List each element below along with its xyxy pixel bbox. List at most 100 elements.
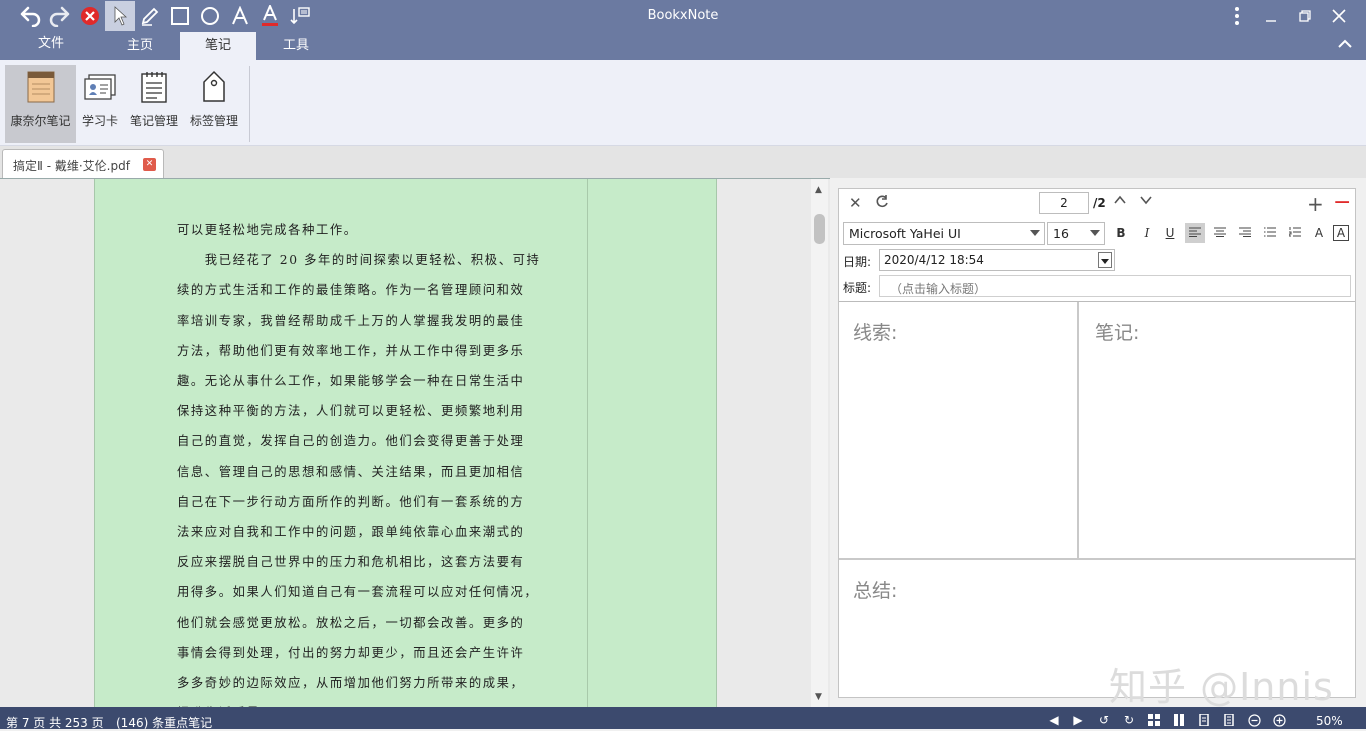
pdf-page[interactable]: 可以更轻松地完成各种工作。 我已经花了 20 多年的时间探索以更轻松、积极、可持… [94, 179, 717, 708]
text-line: 自己在下一步行动方面所作的判断。他们有一套系统的方 [177, 494, 525, 509]
bold-icon[interactable]: B [1111, 223, 1131, 243]
note-management-button[interactable]: 笔记管理 [126, 65, 182, 143]
font-color-icon[interactable]: A [1309, 223, 1329, 243]
notes-area[interactable]: 笔记: [1081, 302, 1355, 558]
text-line: 率培训专家，我曾经帮助成千上万的人掌握我发明的最佳 [177, 313, 525, 328]
single-page-view-icon[interactable] [1197, 713, 1211, 727]
tab-tools[interactable]: 工具 [260, 32, 332, 60]
chevron-down-icon[interactable] [1098, 252, 1112, 268]
zoom-in-icon[interactable] [1272, 713, 1286, 727]
remove-note-icon[interactable]: − [1333, 190, 1351, 215]
page-text: 可以更轻松地完成各种工作。 我已经花了 20 多年的时间探索以更轻松、积极、可持… [177, 215, 541, 708]
cue-label: 线索: [853, 322, 898, 344]
undo-icon[interactable] [15, 1, 45, 31]
text-line: 事情会得到处理，付出的努力却更少，而且还会产生许许 [177, 645, 525, 660]
summary-area[interactable]: 总结: 知乎 @Innis [839, 558, 1355, 709]
study-card-label: 学习卡 [81, 114, 118, 128]
title-input[interactable]: （点击输入标题） [879, 275, 1351, 297]
format-toolbar: Microsoft YaHei UI 16 B I U A A [839, 220, 1355, 246]
study-card-icon [83, 68, 117, 106]
notes-label: 笔记: [1095, 322, 1140, 344]
rectangle-icon[interactable] [165, 1, 195, 31]
redo-icon[interactable] [45, 1, 75, 31]
document-tab[interactable]: 搞定Ⅱ - 戴维·艾伦.pdf ✕ [2, 149, 164, 179]
note-toolbar: ✕ 2 /2 + − [839, 189, 1355, 217]
chevron-down-icon [1090, 230, 1100, 236]
scroll-thumb[interactable] [814, 214, 825, 244]
watermark: 知乎 @Innis [1109, 665, 1334, 709]
align-left-icon[interactable] [1185, 223, 1205, 243]
cornell-notes-label: 康奈尔笔记 [10, 114, 71, 128]
grid-view-icon[interactable] [1147, 713, 1161, 727]
close-tab-icon[interactable]: ✕ [143, 158, 156, 171]
insert-note-icon[interactable] [285, 1, 315, 31]
text-icon[interactable] [225, 1, 255, 31]
font-family-select[interactable]: Microsoft YaHei UI [843, 222, 1045, 245]
scroll-up-icon[interactable]: ▲ [815, 185, 822, 195]
cornell-notes-button[interactable]: 康奈尔笔记 [5, 65, 76, 143]
note-management-label: 笔记管理 [129, 114, 178, 128]
page-number-input[interactable]: 2 [1039, 192, 1089, 214]
two-page-view-icon[interactable] [1172, 713, 1186, 727]
select-pointer-icon[interactable] [105, 1, 135, 31]
date-picker[interactable]: 2020/4/12 18:54 [879, 249, 1115, 271]
restore-icon[interactable] [1288, 0, 1322, 32]
scroll-down-icon[interactable]: ▼ [815, 692, 822, 702]
more-menu-icon[interactable] [1220, 0, 1254, 32]
date-label: 日期: [843, 255, 872, 269]
circle-icon[interactable] [195, 1, 225, 31]
text-line: 我已经花了 20 多年的时间探索以更轻松、积极、可持 [177, 253, 541, 268]
date-value: 2020/4/12 18:54 [884, 253, 984, 267]
status-bar: 第 7 页 共 253 页 (146) 条重点笔记 ◀ ▶ ↺ ↻ 50% [0, 707, 1366, 730]
minimize-icon[interactable] [1254, 0, 1288, 32]
document-tab-strip: 搞定Ⅱ - 戴维·艾伦.pdf ✕ [0, 146, 1366, 179]
tab-home[interactable]: 主页 [104, 32, 176, 60]
numbered-list-icon[interactable] [1285, 223, 1305, 243]
tab-file[interactable]: 文件 [22, 32, 80, 56]
rotate-right-icon[interactable]: ↻ [1122, 713, 1136, 727]
title-row: 标题: （点击输入标题） [843, 275, 1353, 297]
chevron-down-icon[interactable] [1139, 193, 1153, 211]
cue-area[interactable]: 线索: [839, 302, 1079, 558]
vertical-scrollbar[interactable]: ▲ ▼ [811, 179, 828, 708]
cornell-notepad-icon [26, 68, 56, 106]
tab-notes[interactable]: 笔记 [180, 32, 256, 60]
text-line: 趣。无论从事什么工作，如果能够学会一种在日常生活中 [177, 374, 525, 389]
pen-icon[interactable] [135, 1, 165, 31]
text-line: 他们就会感觉更放松。放松之后，一切都会改善。更多的 [177, 615, 525, 630]
bullet-list-icon[interactable] [1260, 223, 1280, 243]
delete-icon[interactable] [75, 1, 105, 31]
pdf-viewer[interactable]: 可以更轻松地完成各种工作。 我已经花了 20 多年的时间探索以更轻松、积极、可持… [0, 178, 830, 708]
page-total: /2 [1093, 196, 1106, 210]
add-note-icon[interactable]: + [1307, 192, 1324, 216]
font-size-select[interactable]: 16 [1047, 222, 1105, 245]
text-line: 可以更轻松地完成各种工作。 [177, 223, 358, 237]
study-card-button[interactable]: 学习卡 [78, 65, 122, 143]
ribbon-tab-bar: 文件 主页 笔记 工具 [0, 32, 1366, 60]
continuous-view-icon[interactable] [1222, 713, 1236, 727]
close-icon[interactable] [1322, 0, 1356, 32]
align-center-icon[interactable] [1210, 223, 1230, 243]
ribbon: 康奈尔笔记 学习卡 笔记管理 标签管理 [0, 60, 1366, 146]
font-size-value: 16 [1053, 226, 1069, 241]
text-color-icon[interactable] [255, 1, 285, 31]
prev-page-icon[interactable]: ◀ [1047, 713, 1061, 727]
underline-icon[interactable]: U [1160, 223, 1180, 243]
tag-management-label: 标签管理 [189, 114, 238, 128]
ribbon-separator [249, 66, 250, 142]
text-line: 多多奇妙的边际效应，从而增加他们努力所带来的成果， [177, 676, 525, 691]
align-right-icon[interactable] [1235, 223, 1255, 243]
text-line: 反应来摆脱自己世界中的压力和危机相比，这套方法要有 [177, 555, 525, 570]
next-page-icon[interactable]: ▶ [1071, 713, 1085, 727]
italic-icon[interactable]: I [1137, 223, 1157, 243]
zoom-out-icon[interactable] [1247, 713, 1261, 727]
refresh-icon[interactable] [875, 194, 889, 212]
collapse-ribbon-icon[interactable] [1338, 38, 1352, 52]
close-note-icon[interactable]: ✕ [849, 194, 862, 212]
notes-count: (146) 条重点笔记 [116, 716, 213, 730]
title-bar: BookxNote [0, 0, 1366, 32]
rotate-left-icon[interactable]: ↺ [1097, 713, 1111, 727]
tag-management-button[interactable]: 标签管理 [186, 65, 242, 143]
chevron-up-icon[interactable] [1113, 193, 1127, 211]
highlight-icon[interactable]: A [1331, 223, 1351, 243]
